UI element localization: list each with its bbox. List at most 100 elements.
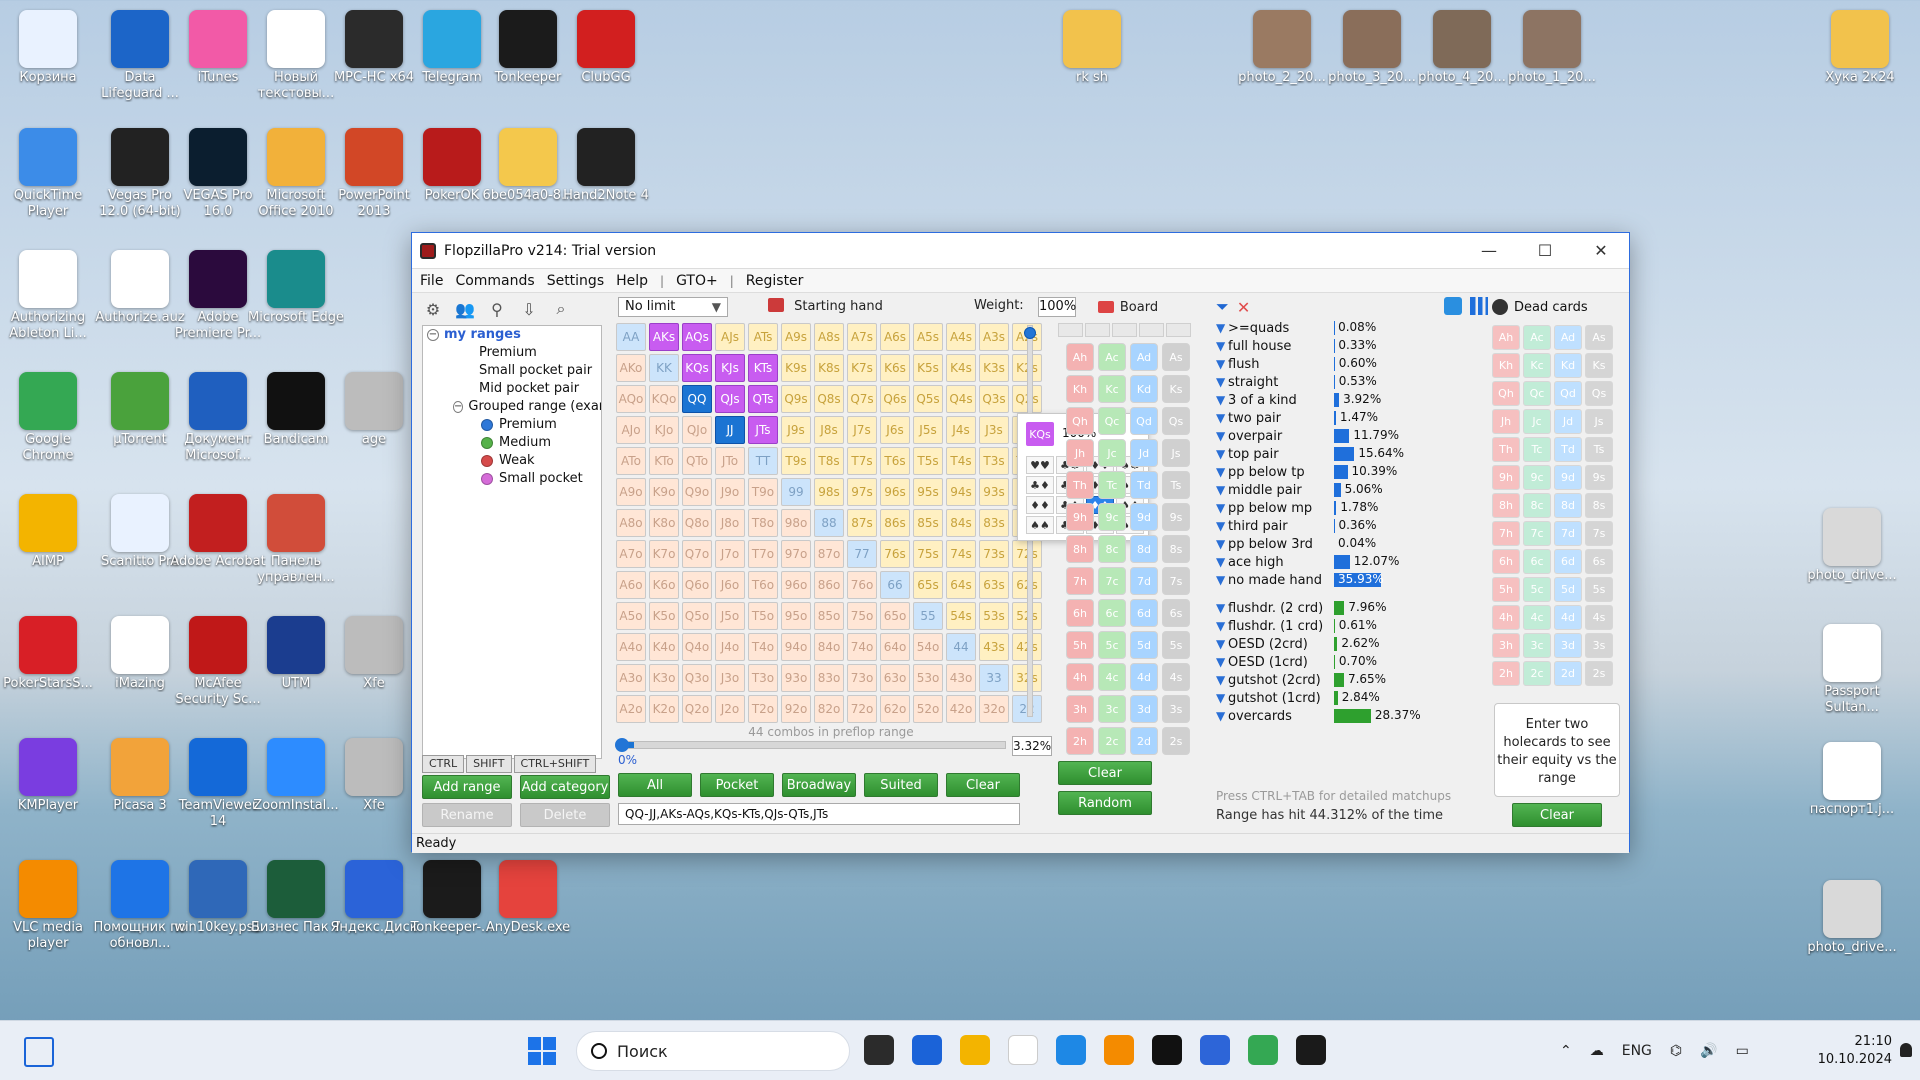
- hand-cell[interactable]: Q9o: [682, 478, 712, 506]
- board-card[interactable]: Kd: [1130, 375, 1158, 403]
- dead-card[interactable]: 6d: [1554, 549, 1582, 574]
- dead-card[interactable]: Jc: [1523, 409, 1551, 434]
- desktop-icon[interactable]: photo_4_20...: [1414, 2, 1510, 102]
- dead-card[interactable]: Js: [1585, 409, 1613, 434]
- limit-select[interactable]: No limit ▼: [618, 297, 728, 317]
- tree-item[interactable]: Mid pocket pair: [423, 380, 601, 398]
- hand-cell[interactable]: 82o: [814, 695, 844, 723]
- board-card[interactable]: 8c: [1098, 535, 1126, 563]
- all-button[interactable]: All: [618, 773, 692, 797]
- desktop-icon[interactable]: age: [326, 364, 422, 464]
- board-card[interactable]: 3d: [1130, 695, 1158, 723]
- suit-combo[interactable]: ♥♥: [1026, 456, 1054, 474]
- hand-cell[interactable]: AA: [616, 323, 646, 351]
- dead-card[interactable]: 7c: [1523, 521, 1551, 546]
- dead-card[interactable]: Qh: [1492, 381, 1520, 406]
- filter-icon[interactable]: ▼: [1216, 393, 1228, 407]
- tree-group[interactable]: − Grouped range (exar: [423, 398, 601, 416]
- hand-cell[interactable]: T3s: [979, 447, 1009, 475]
- dead-card[interactable]: 8s: [1585, 493, 1613, 518]
- filter-icon[interactable]: ▼: [1216, 501, 1228, 515]
- suit-combo[interactable]: ♠♠: [1026, 516, 1054, 534]
- pocket-button[interactable]: Pocket: [700, 773, 774, 797]
- desktop-icon[interactable]: Хука 2к24: [1812, 2, 1908, 102]
- network-tool-icon[interactable]: [1200, 1035, 1230, 1065]
- stat-row[interactable]: ▼ third pair 0.36%: [1216, 517, 1422, 535]
- dead-card[interactable]: 7h: [1492, 521, 1520, 546]
- hand-cell[interactable]: 65s: [913, 571, 943, 599]
- menu-file[interactable]: File: [420, 273, 443, 289]
- board-card[interactable]: 5h: [1066, 631, 1094, 659]
- hand-cell[interactable]: JTs: [748, 416, 778, 444]
- hand-cell[interactable]: 43s: [979, 633, 1009, 661]
- desktop-icon[interactable]: AnyDesk.exe: [480, 852, 576, 952]
- stat-row[interactable]: ▼ >=quads 0.08%: [1216, 319, 1422, 337]
- hand-cell[interactable]: AJs: [715, 323, 745, 351]
- chevron-up-icon[interactable]: ⌃: [1560, 1043, 1572, 1059]
- hand-cell[interactable]: 66: [880, 571, 910, 599]
- hand-cell[interactable]: 85o: [814, 602, 844, 630]
- desktop-icon[interactable]: Xfe: [326, 730, 422, 830]
- hand-cell[interactable]: 42o: [946, 695, 976, 723]
- hand-cell[interactable]: Q3o: [682, 664, 712, 692]
- hand-cell[interactable]: 32o: [979, 695, 1009, 723]
- board-card[interactable]: 2c: [1098, 727, 1126, 755]
- tree-item[interactable]: Premium: [423, 344, 601, 362]
- dead-card[interactable]: Ad: [1554, 325, 1582, 350]
- hand-cell[interactable]: J6s: [880, 416, 910, 444]
- hand-cell[interactable]: QJs: [715, 385, 745, 413]
- hand-cell[interactable]: 73o: [847, 664, 877, 692]
- hand-cell[interactable]: 43o: [946, 664, 976, 692]
- hand-cell[interactable]: T8o: [748, 509, 778, 537]
- board-card[interactable]: Qs: [1162, 407, 1190, 435]
- refresh-icon[interactable]: [1444, 297, 1462, 315]
- hand-cell[interactable]: KK: [649, 354, 679, 382]
- title-bar[interactable]: FlopzillaPro v214: Trial version — ☐ ✕: [412, 233, 1629, 269]
- board-card[interactable]: Ks: [1162, 375, 1190, 403]
- hand-cell[interactable]: QTs: [748, 385, 778, 413]
- filter-icon[interactable]: ▼: [1216, 537, 1228, 551]
- hand-cell[interactable]: J3s: [979, 416, 1009, 444]
- chrome-icon[interactable]: [1248, 1035, 1278, 1065]
- board-card[interactable]: 3s: [1162, 695, 1190, 723]
- hand-cell[interactable]: A3s: [979, 323, 1009, 351]
- dead-card[interactable]: 6h: [1492, 549, 1520, 574]
- hand-cell[interactable]: J8o: [715, 509, 745, 537]
- clock[interactable]: 21:10 10.10.2024: [1818, 1033, 1892, 1069]
- hand-cell[interactable]: A2o: [616, 695, 646, 723]
- dead-card[interactable]: 8c: [1523, 493, 1551, 518]
- filter-icon[interactable]: ▼: [1216, 709, 1228, 723]
- desktop-icon[interactable]: photo_2_20...: [1234, 2, 1330, 102]
- hand-cell[interactable]: 99: [781, 478, 811, 506]
- board-card[interactable]: Js: [1162, 439, 1190, 467]
- desktop-icon[interactable]: Microsoft Edge: [248, 242, 344, 342]
- stat-row[interactable]: ▼ pp below 3rd 0.04%: [1216, 535, 1422, 553]
- hand-cell[interactable]: K8s: [814, 354, 844, 382]
- hand-cell[interactable]: 55: [913, 602, 943, 630]
- stat-row[interactable]: ▼ 3 of a kind 3.92%: [1216, 391, 1422, 409]
- hand-cell[interactable]: QJo: [682, 416, 712, 444]
- dead-card[interactable]: 3h: [1492, 633, 1520, 658]
- board-card[interactable]: 6h: [1066, 599, 1094, 627]
- stat-row[interactable]: ▼ OESD (2crd) 2.62%: [1216, 635, 1422, 653]
- dead-card[interactable]: 2d: [1554, 661, 1582, 686]
- dead-card[interactable]: Qd: [1554, 381, 1582, 406]
- board-card[interactable]: Qd: [1130, 407, 1158, 435]
- board-card[interactable]: 5d: [1130, 631, 1158, 659]
- hand-cell[interactable]: J3o: [715, 664, 745, 692]
- board-card[interactable]: Th: [1066, 471, 1094, 499]
- hand-cell[interactable]: 76s: [880, 540, 910, 568]
- dead-card[interactable]: Jd: [1554, 409, 1582, 434]
- board-card[interactable]: 7h: [1066, 567, 1094, 595]
- hand-cell[interactable]: T6s: [880, 447, 910, 475]
- tree-group-item[interactable]: Small pocket: [423, 470, 601, 488]
- hand-cell[interactable]: 44: [946, 633, 976, 661]
- collapse-icon[interactable]: −: [427, 329, 439, 341]
- dead-card[interactable]: Ks: [1585, 353, 1613, 378]
- hand-cell[interactable]: 86s: [880, 509, 910, 537]
- filter-icon[interactable]: ▼: [1216, 619, 1228, 633]
- board-card[interactable]: 2d: [1130, 727, 1158, 755]
- filter-icon[interactable]: ▼: [1216, 339, 1228, 353]
- hand-cell[interactable]: J4o: [715, 633, 745, 661]
- start-button[interactable]: [528, 1037, 556, 1065]
